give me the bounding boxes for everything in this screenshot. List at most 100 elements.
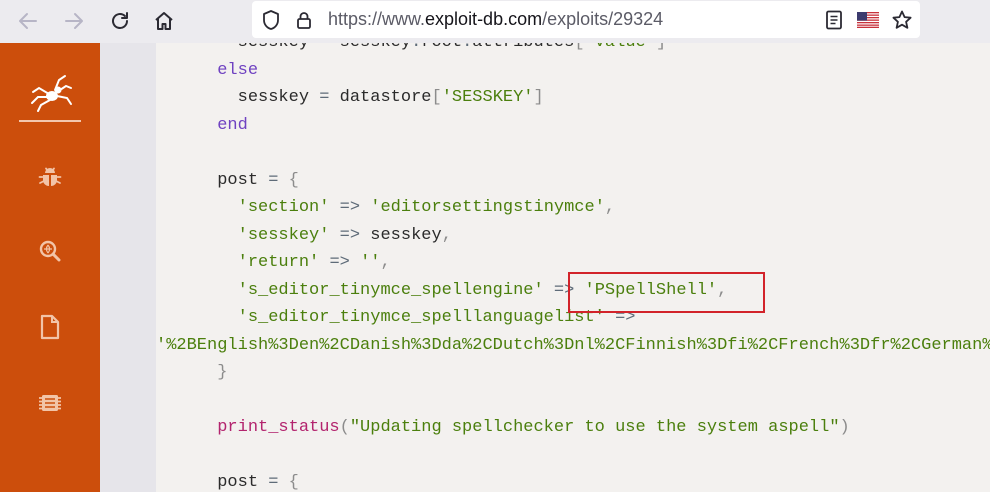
code-token: attributes — [472, 43, 574, 52]
code-token: else — [217, 60, 259, 80]
code-token: "Updating spellchecker to use the system… — [349, 418, 840, 437]
code-token: 's_editor_tinymce_spellengine' — [237, 280, 544, 300]
browser-toolbar: https://www.exploit-db.com/exploits/2932… — [0, 0, 990, 43]
url-host: exploit-db.com — [425, 9, 543, 29]
code-block: sesskey = sesskey.root.attributes["value… — [156, 43, 990, 492]
address-bar[interactable]: https://www.exploit-db.com/exploits/2932… — [252, 1, 920, 38]
code-token: = — [268, 170, 279, 190]
code-line: print_status("Updating spellchecker to u… — [156, 414, 990, 442]
code-token: sesskey — [237, 88, 320, 107]
arrow-left-icon — [19, 13, 37, 29]
file-icon — [40, 314, 60, 340]
code-line: else — [156, 57, 990, 85]
code-token: [ — [574, 43, 584, 52]
sidebar-item-exploits[interactable] — [36, 163, 64, 191]
url-path: /exploits/29324 — [542, 9, 664, 29]
arrow-right-icon — [65, 13, 83, 29]
code-token: , — [604, 198, 616, 217]
code-token: 'section' — [237, 198, 330, 217]
spider-icon — [30, 75, 72, 112]
highlight-box — [568, 272, 765, 313]
code-token: ) — [839, 418, 850, 437]
sidebar-item-papers[interactable] — [36, 313, 64, 341]
code-token: , — [380, 253, 391, 272]
reload-button[interactable] — [105, 6, 135, 36]
sidebar-item-ghdb[interactable] — [36, 237, 64, 265]
home-icon — [155, 12, 173, 30]
code-token: "value" — [585, 43, 656, 52]
code-line: 'section' => 'editorsettingstinymce', — [156, 194, 990, 222]
code-token: , — [441, 225, 452, 245]
code-token: sesskey — [360, 225, 442, 245]
code-token: = — [268, 473, 279, 492]
code-line: sesskey = sesskey.root.attributes["value… — [156, 43, 990, 57]
code-line: post = { — [156, 469, 990, 492]
code-token: end — [217, 115, 248, 135]
search-icon — [39, 240, 61, 262]
star-icon[interactable] — [890, 8, 914, 32]
reload-icon — [112, 12, 128, 29]
code-token: sesskey — [329, 43, 411, 52]
shield-icon[interactable] — [259, 8, 283, 32]
code-token: sesskey — [238, 43, 320, 52]
code-token: . — [462, 43, 472, 52]
code-token: 's_editor_tinymce_spelllanguagelist' — [237, 308, 605, 327]
code-token: => — [329, 253, 350, 272]
url-prefix: https://www. — [328, 9, 426, 29]
url-text[interactable]: https://www.exploit-db.com/exploits/2932… — [328, 9, 663, 30]
us-flag-icon[interactable] — [856, 8, 880, 32]
code-token: root — [421, 43, 462, 52]
sidebar-divider — [19, 120, 81, 122]
code-line: } — [156, 359, 990, 387]
code-token: = — [319, 88, 330, 107]
code-line: end — [156, 112, 990, 140]
code-token: post — [217, 170, 269, 190]
sidebar — [0, 43, 100, 492]
code-token: ] — [533, 88, 544, 107]
code-token: 'return' — [237, 253, 320, 272]
code-token: ] — [656, 43, 666, 52]
code-token: print_status — [217, 418, 340, 437]
code-token: ( — [339, 418, 350, 437]
chip-icon — [39, 395, 61, 411]
exploit-db-logo[interactable] — [20, 63, 81, 121]
code-token: post — [217, 473, 269, 492]
bug-icon — [38, 167, 62, 186]
code-line: 'sesskey' => sesskey, — [156, 222, 990, 250]
code-token: => — [339, 225, 361, 245]
code-token: datastore — [329, 88, 432, 107]
forward-button[interactable] — [59, 6, 89, 36]
code-token: { — [288, 170, 299, 190]
code-token: '%2BEnglish%3Den%2CDanish%3Dda%2CDutch%3… — [156, 335, 990, 355]
home-button[interactable] — [149, 6, 179, 36]
reader-view-icon[interactable] — [822, 8, 846, 32]
code-token: = — [319, 43, 329, 52]
code-token: { — [288, 473, 299, 492]
code-token: 'SESSKEY' — [441, 88, 534, 107]
code-line: sesskey = datastore['SESSKEY'] — [156, 84, 990, 112]
exploit-code-panel: sesskey = sesskey.root.attributes["value… — [156, 43, 990, 492]
page-gutter — [100, 43, 156, 492]
code-token: => — [339, 198, 361, 217]
sidebar-item-shellcodes[interactable] — [36, 389, 64, 417]
code-token: . — [411, 43, 421, 52]
code-token: 'editorsettingstinymce' — [370, 198, 605, 217]
code-token: } — [217, 363, 228, 382]
code-token: [ — [431, 88, 442, 107]
lock-icon[interactable] — [292, 8, 316, 32]
code-token: 'sesskey' — [237, 225, 330, 245]
back-button[interactable] — [13, 6, 43, 36]
code-token: '' — [360, 253, 381, 272]
code-line: '%2BEnglish%3Den%2CDanish%3Dda%2CDutch%3… — [156, 332, 990, 360]
